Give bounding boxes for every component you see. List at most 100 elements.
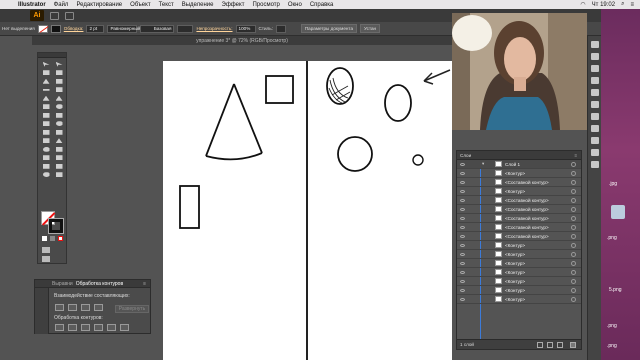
layer-item-row[interactable]: <Контур> [457, 250, 581, 259]
layer-item-name[interactable]: <Контур> [505, 189, 525, 194]
layer-item-name[interactable]: <Контур> [505, 261, 525, 266]
graphic-styles-panel-icon[interactable] [590, 137, 599, 144]
outline-icon[interactable] [107, 324, 116, 331]
tab-align[interactable]: Выравни [52, 281, 73, 287]
stroke-panel-icon[interactable] [590, 89, 599, 96]
shape-builder-tool-icon[interactable] [54, 120, 64, 129]
target-icon[interactable] [571, 233, 576, 239]
layers-panel-title[interactable]: Слои [460, 153, 471, 158]
visibility-icon[interactable] [460, 234, 465, 238]
symbols-panel-icon[interactable] [590, 77, 599, 84]
layer-item-row[interactable]: <Контур> [457, 268, 581, 277]
layer-item-name[interactable]: <Составной контур> [505, 225, 549, 230]
target-icon[interactable] [571, 287, 576, 293]
layer-item-row[interactable]: <Составной контур> [457, 178, 581, 187]
desktop-file-thumb[interactable] [611, 205, 625, 219]
layer-item-row[interactable]: <Контур> [457, 169, 581, 178]
preferences-button[interactable]: Устан [360, 24, 381, 33]
wifi-icon[interactable]: ◠ [580, 1, 585, 8]
width-tool-icon[interactable] [54, 111, 64, 120]
make-clipping-mask-icon[interactable] [547, 341, 553, 348]
bridge-icon[interactable] [50, 11, 59, 20]
delete-layer-icon[interactable] [570, 341, 576, 348]
target-icon[interactable] [571, 242, 576, 248]
layer-item-name[interactable]: <Контур> [505, 270, 525, 275]
menu-effect[interactable]: Эффект [218, 2, 249, 8]
gradient-tool-icon[interactable] [41, 137, 51, 146]
column-graph-tool-icon[interactable] [41, 154, 51, 163]
color-panel-icon[interactable] [590, 41, 599, 48]
zoom-tool-icon[interactable] [41, 171, 51, 180]
expand-arrow-icon[interactable]: ▾ [482, 161, 484, 167]
rectangle-tool-icon[interactable] [54, 86, 64, 95]
menu-list-icon[interactable]: ≡ [630, 2, 634, 8]
layer-name[interactable]: Слой 1 [505, 162, 520, 167]
layer-item-name[interactable]: <Составной контур> [505, 207, 549, 212]
none-mode-icon[interactable] [58, 236, 63, 241]
drawing-mode-icon[interactable] [42, 247, 50, 253]
opacity-field[interactable]: 100% [235, 24, 256, 33]
layer-item-name[interactable]: <Составной контур> [505, 234, 549, 239]
graphic-style-swatch[interactable] [177, 24, 194, 33]
visibility-icon[interactable] [460, 189, 465, 193]
menu-app[interactable]: Illustrator [14, 2, 50, 8]
visibility-icon[interactable] [460, 207, 465, 211]
layer-item-name[interactable]: <Контур> [505, 252, 525, 257]
appearance-panel-icon[interactable] [590, 125, 599, 132]
merge-icon[interactable] [81, 324, 90, 331]
target-icon[interactable] [571, 278, 576, 284]
visibility-icon[interactable] [460, 162, 465, 166]
stroke-black-swatch[interactable] [48, 218, 64, 234]
layer-item-row[interactable]: <Контур> [457, 259, 581, 268]
target-icon[interactable] [571, 206, 576, 212]
swatches-panel-icon[interactable] [590, 53, 599, 60]
visibility-icon[interactable] [460, 180, 465, 184]
slice-tool-icon[interactable] [41, 162, 51, 171]
menu-view[interactable]: Просмотр [248, 2, 283, 8]
layer-item-row[interactable]: <Контур> [457, 286, 581, 295]
panel-menu-icon[interactable]: ≡ [143, 281, 146, 287]
magic-wand-tool-icon[interactable] [41, 69, 51, 78]
layer-item-name[interactable]: <Контур> [505, 279, 525, 284]
target-icon[interactable] [571, 215, 576, 221]
stroke-swatch[interactable] [50, 24, 61, 33]
search-icon[interactable]: ⌕ [621, 1, 624, 8]
unite-icon[interactable] [55, 304, 64, 311]
layer-item-row[interactable]: <Составной контур> [457, 214, 581, 223]
visibility-icon[interactable] [460, 270, 465, 274]
gradient-panel-icon[interactable] [590, 101, 599, 108]
visibility-icon[interactable] [460, 252, 465, 256]
fill-stroke-control[interactable] [41, 211, 65, 234]
divide-icon[interactable] [55, 324, 64, 331]
symbol-sprayer-tool-icon[interactable] [54, 145, 64, 154]
document-setup-button[interactable]: Параметры документа [300, 24, 358, 33]
layer-item-name[interactable]: <Контур> [505, 288, 525, 293]
visibility-icon[interactable] [460, 171, 465, 175]
visibility-icon[interactable] [460, 279, 465, 283]
rotate-tool-icon[interactable] [54, 103, 64, 112]
minus-back-icon[interactable] [120, 324, 129, 331]
visibility-icon[interactable] [460, 225, 465, 229]
screen-mode-icon[interactable] [42, 256, 50, 262]
stroke-weight-field[interactable]: 2 pt [86, 24, 105, 33]
selection-tool-icon[interactable] [41, 60, 51, 69]
target-icon[interactable] [571, 197, 576, 203]
menu-file[interactable]: Файл [50, 2, 73, 8]
style-swatch[interactable] [275, 24, 286, 33]
visibility-icon[interactable] [460, 198, 465, 202]
brush-select[interactable]: Базовая [140, 24, 175, 33]
desktop-file-5[interactable]: .png [607, 343, 617, 349]
menu-help[interactable]: Справка [306, 2, 338, 8]
stroke-label[interactable]: Обводка: [64, 26, 84, 31]
perspective-grid-tool-icon[interactable] [41, 128, 51, 137]
pen-tool-icon[interactable] [41, 77, 51, 86]
target-icon[interactable] [571, 170, 576, 176]
menu-window[interactable]: Окно [284, 2, 306, 8]
target-icon[interactable] [571, 161, 576, 167]
lasso-tool-icon[interactable] [54, 69, 64, 78]
blend-tool-icon[interactable] [41, 145, 51, 154]
menu-object[interactable]: Объект [126, 2, 154, 8]
target-icon[interactable] [571, 251, 576, 257]
layer-item-row[interactable]: <Контур> [457, 241, 581, 250]
direct-selection-tool-icon[interactable] [54, 60, 64, 69]
